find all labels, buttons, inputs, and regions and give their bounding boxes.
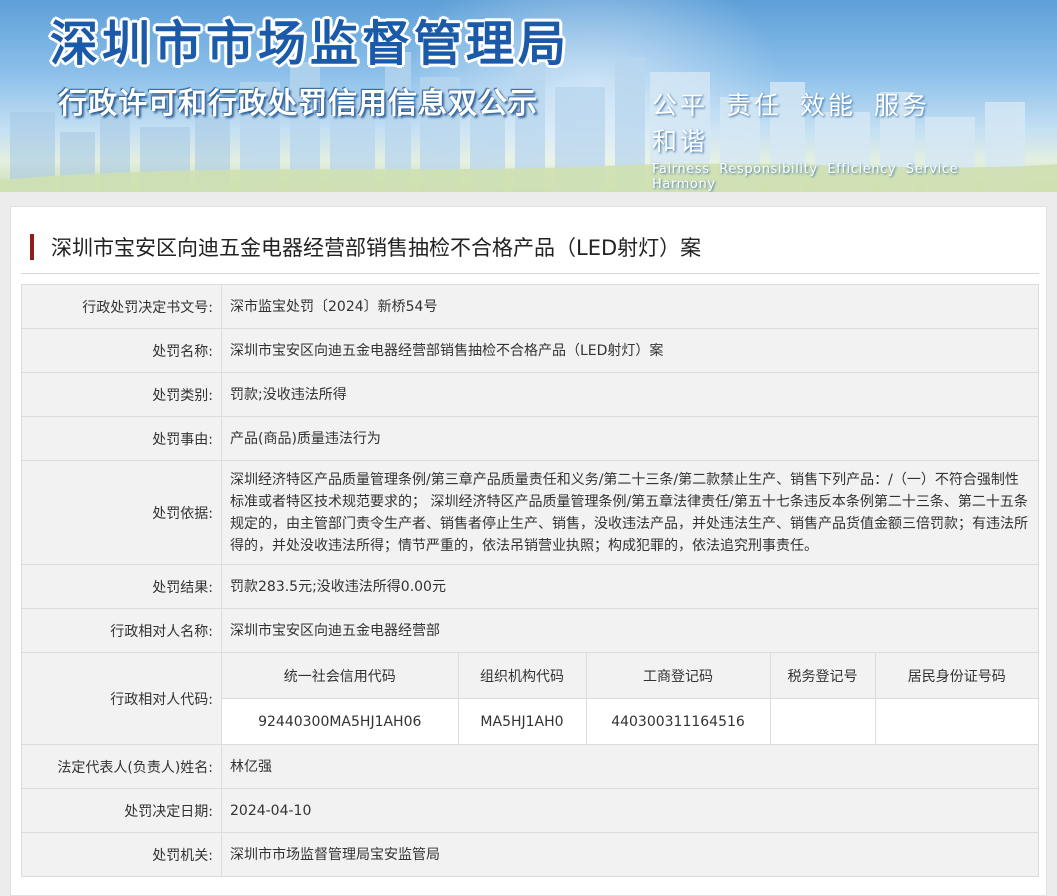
org-code: MA5HJ1AH0 <box>457 698 587 744</box>
banner-subtitle: 行政许可和行政处罚信用信息双公示 <box>58 86 539 120</box>
penalty-info-table: 行政处罚决定书文号: 深市监宝处罚〔2024〕新桥54号 处罚名称: 深圳市宝安… <box>21 284 1039 877</box>
legal-representative: 林亿强 <box>221 744 1039 789</box>
row-label: 处罚决定日期: <box>21 788 222 833</box>
row-label: 行政处罚决定书文号: <box>21 284 222 329</box>
banner-title: 深圳市市场监督管理局 <box>50 16 571 72</box>
slogan-word: 公平 <box>652 91 709 120</box>
table-row: 处罚事由: 产品(商品)质量违法行为 <box>21 416 1039 461</box>
penalty-authority: 深圳市市场监督管理局宝安监管局 <box>221 832 1039 877</box>
case-title: 深圳市宝安区向迪五金电器经营部销售抽检不合格产品（LED射灯）案 <box>51 236 702 260</box>
row-label: 处罚结果: <box>21 564 222 609</box>
slogan-english: Fairness Responsibility Efficiency Servi… <box>652 162 1022 192</box>
slogan-word-en: Fairness <box>652 162 710 177</box>
penalty-reason: 产品(商品)质量违法行为 <box>221 416 1039 461</box>
party-codes-table: 统一社会信用代码 组织机构代码 工商登记码 税务登记号 居民身份证号码 9244… <box>222 653 1038 744</box>
slogan-word-en: Harmony <box>652 177 716 192</box>
title-accent-bar <box>30 234 34 260</box>
table-row: 处罚机关: 深圳市市场监督管理局宝安监管局 <box>21 832 1039 877</box>
tax-reg-number <box>769 698 876 744</box>
penalty-result: 罚款283.5元;没收违法所得0.00元 <box>221 564 1039 609</box>
slogan-word: 效能 <box>800 91 857 120</box>
row-label: 法定代表人(负责人)姓名: <box>21 744 222 789</box>
table-row: 法定代表人(负责人)姓名: 林亿强 <box>21 744 1039 789</box>
id-card-number <box>874 698 1038 744</box>
party-codes-cell: 统一社会信用代码 组织机构代码 工商登记码 税务登记号 居民身份证号码 9244… <box>221 652 1039 745</box>
credit-code: 92440300MA5HJ1AH06 <box>222 698 459 744</box>
row-label: 行政相对人名称: <box>21 608 222 653</box>
slogan-word: 和谐 <box>652 127 709 156</box>
table-row: 处罚结果: 罚款283.5元;没收违法所得0.00元 <box>21 564 1039 609</box>
slogan-chinese: 公平 责任 效能 服务和谐 <box>652 86 1022 158</box>
decision-date: 2024-04-10 <box>221 788 1039 833</box>
codes-header-row: 统一社会信用代码 组织机构代码 工商登记码 税务登记号 居民身份证号码 <box>222 653 1038 699</box>
column-header: 居民身份证号码 <box>874 653 1038 699</box>
header-banner: 深圳市市场监督管理局 行政许可和行政处罚信用信息双公示 公平 责任 效能 服务和谐 F… <box>0 0 1057 192</box>
party-name: 深圳市宝安区向迪五金电器经营部 <box>221 608 1039 653</box>
slogan-word: 服务 <box>874 91 931 120</box>
column-header: 统一社会信用代码 <box>222 653 459 699</box>
table-row: 行政相对人代码: 统一社会信用代码 组织机构代码 工商登记码 税务登记号 居民身… <box>21 652 1039 745</box>
table-row: 处罚依据: 深圳经济特区产品质量管理条例/第三章产品质量责任和义务/第二十三条/… <box>21 460 1039 565</box>
penalty-category: 罚款;没收违法所得 <box>221 372 1039 417</box>
case-detail-card: 深圳市宝安区向迪五金电器经营部销售抽检不合格产品（LED射灯）案 行政处罚决定书… <box>10 206 1047 896</box>
table-row: 行政处罚决定书文号: 深市监宝处罚〔2024〕新桥54号 <box>21 284 1039 329</box>
table-row: 处罚决定日期: 2024-04-10 <box>21 788 1039 833</box>
slogan-word-en: Efficiency <box>827 162 897 177</box>
case-title-header: 深圳市宝安区向迪五金电器经营部销售抽检不合格产品（LED射灯）案 <box>21 229 1039 274</box>
table-row: 处罚类别: 罚款;没收违法所得 <box>21 372 1039 417</box>
banner-slogan: 公平 责任 效能 服务和谐 Fairness Responsibility Effic… <box>652 86 1022 192</box>
row-label: 处罚事由: <box>21 416 222 461</box>
row-label: 行政相对人代码: <box>21 652 222 745</box>
slogan-word-en: Service <box>905 162 959 177</box>
column-header: 税务登记号 <box>769 653 876 699</box>
slogan-word: 责任 <box>726 91 783 120</box>
business-reg-code: 440300311164516 <box>585 698 771 744</box>
table-row: 处罚名称: 深圳市宝安区向迪五金电器经营部销售抽检不合格产品（LED射灯）案 <box>21 328 1039 373</box>
penalty-name: 深圳市宝安区向迪五金电器经营部销售抽检不合格产品（LED射灯）案 <box>221 328 1039 373</box>
row-label: 处罚机关: <box>21 832 222 877</box>
slogan-word-en: Responsibility <box>719 162 818 177</box>
row-label: 处罚类别: <box>21 372 222 417</box>
row-label: 处罚名称: <box>21 328 222 373</box>
row-label: 处罚依据: <box>21 460 222 565</box>
table-row: 行政相对人名称: 深圳市宝安区向迪五金电器经营部 <box>21 608 1039 653</box>
column-header: 工商登记码 <box>585 653 771 699</box>
decision-doc-number: 深市监宝处罚〔2024〕新桥54号 <box>221 284 1039 329</box>
codes-value-row: 92440300MA5HJ1AH06 MA5HJ1AH0 44030031116… <box>222 698 1038 744</box>
penalty-basis: 深圳经济特区产品质量管理条例/第三章产品质量责任和义务/第二十三条/第二款禁止生… <box>221 460 1039 565</box>
column-header: 组织机构代码 <box>457 653 587 699</box>
